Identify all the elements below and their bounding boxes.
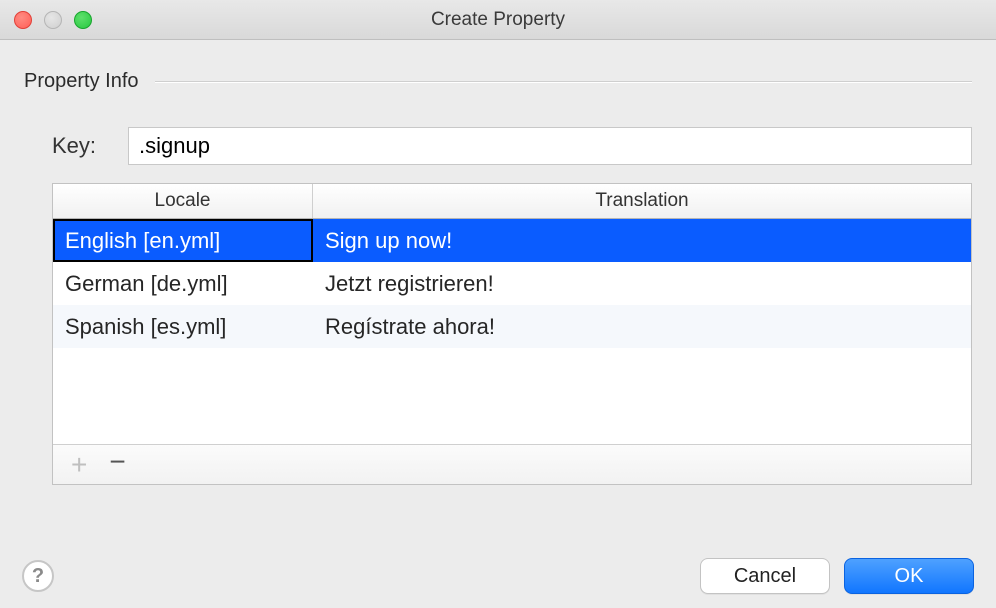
section-divider — [155, 81, 972, 82]
window-title: Create Property — [0, 9, 996, 31]
translations-table: Locale Translation English [en.yml]Sign … — [52, 183, 972, 485]
table-body: English [en.yml]Sign up now!German [de.y… — [53, 219, 971, 444]
table-row[interactable]: German [de.yml]Jetzt registrieren! — [53, 262, 971, 305]
table-header: Locale Translation — [53, 184, 971, 219]
locale-cell[interactable]: Spanish [es.yml] — [53, 305, 313, 348]
add-row-button[interactable]: + — [71, 451, 87, 479]
section-label: Property Info — [24, 70, 139, 93]
section-header: Property Info — [24, 70, 972, 99]
maximize-window-button[interactable] — [74, 11, 92, 29]
table-row[interactable]: English [en.yml]Sign up now! — [53, 219, 971, 262]
locale-cell[interactable]: English [en.yml] — [53, 219, 313, 262]
window-controls — [14, 11, 92, 29]
dialog-footer: ? Cancel OK — [22, 558, 974, 594]
column-header-locale[interactable]: Locale — [53, 184, 313, 218]
translation-cell[interactable]: Regístrate ahora! — [313, 305, 971, 348]
close-window-button[interactable] — [14, 11, 32, 29]
key-label: Key: — [52, 133, 110, 159]
key-input[interactable] — [128, 127, 972, 165]
remove-row-button[interactable]: − — [109, 448, 125, 476]
table-row[interactable]: Spanish [es.yml]Regístrate ahora! — [53, 305, 971, 348]
cancel-button[interactable]: Cancel — [700, 558, 830, 594]
dialog-content: Property Info Key: Locale Translation En… — [0, 40, 996, 503]
locale-cell[interactable]: German [de.yml] — [53, 262, 313, 305]
translation-cell[interactable]: Sign up now! — [313, 219, 971, 262]
column-header-translation[interactable]: Translation — [313, 184, 971, 218]
titlebar: Create Property — [0, 0, 996, 40]
translation-cell[interactable]: Jetzt registrieren! — [313, 262, 971, 305]
key-row: Key: — [52, 127, 972, 165]
help-button[interactable]: ? — [22, 560, 54, 592]
ok-button[interactable]: OK — [844, 558, 974, 594]
minimize-window-button[interactable] — [44, 11, 62, 29]
table-toolbar: + − — [53, 444, 971, 484]
